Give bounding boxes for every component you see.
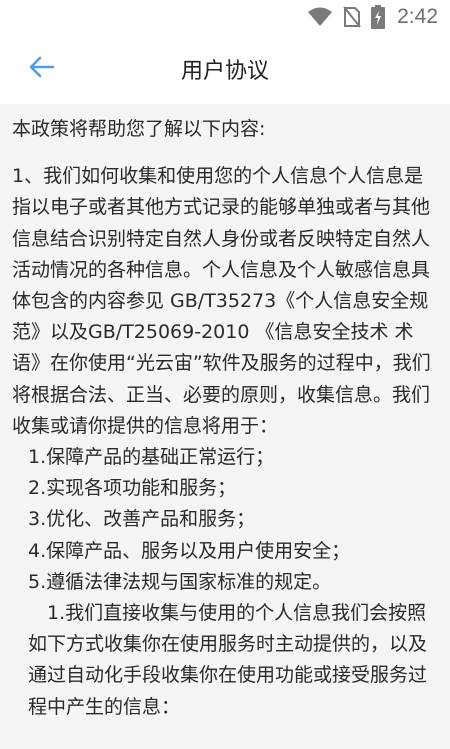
wifi-icon (307, 7, 333, 27)
status-bar: 2:42 (0, 0, 450, 34)
no-sim-icon (343, 6, 361, 28)
battery-charging-icon (371, 5, 386, 29)
section-1-text: 1、我们如何收集和使用您的个人信息个人信息是指以电子或者其他方式记录的能够单独或… (12, 165, 431, 437)
sub-section-text: 1.我们直接收集与使用的个人信息我们会按照如下方式收集你在使用服务时主动提供的，… (28, 602, 428, 718)
list-item: 4.保障产品、服务以及用户使用安全； (28, 539, 351, 562)
list-item: 1.保障产品的基础正常运行； (28, 446, 275, 469)
list-item: 2.实现各项功能和服务； (28, 477, 237, 500)
arrow-left-icon (29, 56, 55, 82)
list-item: 5.遵循法律法规与国家标准的规定。 (28, 570, 332, 593)
list-item: 3.优化、改善产品和服务； (28, 508, 256, 531)
page-title: 用户协议 (180, 59, 269, 84)
status-time: 2:42 (397, 5, 438, 28)
back-button[interactable] (22, 49, 62, 89)
agreement-content[interactable]: 本政策将帮助您了解以下内容: 1、我们如何收集和使用您的个人信息个人信息是指以电… (0, 104, 450, 749)
app-bar: 用户协议 (0, 34, 450, 104)
intro-text: 本政策将帮助您了解以下内容: (12, 118, 266, 140)
